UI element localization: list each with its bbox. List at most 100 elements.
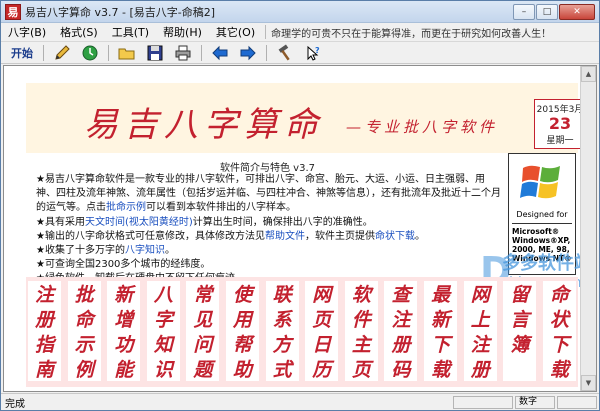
- open-folder-icon[interactable]: [116, 43, 138, 63]
- banner: 易吉八字算命 —专业批八字软件 2015年3月 23 星期一: [26, 83, 586, 153]
- link-column[interactable]: 查注册码: [384, 281, 418, 381]
- knowledge-link[interactable]: 八字知识: [125, 245, 165, 256]
- app-logo-icon[interactable]: 易: [5, 3, 21, 20]
- link-column-char: 增: [114, 309, 134, 331]
- link-column-char: 页: [312, 309, 332, 331]
- pencil-icon[interactable]: [51, 43, 73, 63]
- menu-bar: 八字(B) 格式(S) 工具(T) 帮助(H) 其它(O) 命理学的可贵不只在于…: [1, 23, 599, 42]
- link-column[interactable]: 网页日历: [305, 281, 339, 381]
- intro-p3-tail: 。: [414, 230, 425, 242]
- link-column-char: 题: [193, 359, 213, 381]
- vertical-scrollbar[interactable]: ▲ ▼: [580, 66, 596, 391]
- link-column-char: 系: [272, 309, 292, 331]
- link-column-char: 下: [431, 334, 451, 356]
- link-column-char: 上: [470, 309, 490, 331]
- link-column-char: 日: [312, 334, 332, 356]
- toolbar-divider: [43, 44, 44, 61]
- link-column[interactable]: 联系方式: [265, 281, 299, 381]
- link-column[interactable]: 软件主页: [344, 281, 378, 381]
- banner-subtitle: —专业批八字软件: [346, 118, 499, 136]
- date-day: 23: [548, 114, 572, 133]
- clock-icon[interactable]: [79, 43, 101, 63]
- link-column-char: 见: [193, 309, 213, 331]
- status-numlock: 数字: [515, 395, 555, 409]
- scroll-up-button[interactable]: ▲: [581, 66, 596, 82]
- intro-p3-mid: ，软件主页提供: [304, 230, 375, 242]
- designed-for-label: Designed for: [516, 210, 568, 219]
- link-column-char: 网: [312, 284, 332, 306]
- link-column-char: 状: [549, 309, 569, 331]
- help-file-link[interactable]: 帮助文件: [265, 231, 305, 242]
- link-column-char: 网: [470, 284, 490, 306]
- link-column-char: 功: [114, 334, 134, 356]
- link-column-char: 批: [74, 284, 94, 306]
- maximize-button[interactable]: □: [536, 3, 558, 20]
- link-column-char: 南: [34, 359, 54, 381]
- link-column[interactable]: 八字知识: [146, 281, 180, 381]
- sample-link[interactable]: 批命示例: [106, 202, 146, 213]
- start-button[interactable]: 开始: [5, 45, 39, 61]
- link-column[interactable]: 常见问题: [186, 281, 220, 381]
- save-icon[interactable]: [144, 43, 166, 63]
- menu-help[interactable]: 帮助(H): [156, 23, 209, 42]
- link-column[interactable]: 网上注册: [463, 281, 497, 381]
- forward-arrow-icon[interactable]: [237, 43, 259, 63]
- menu-tools[interactable]: 工具(T): [105, 23, 156, 42]
- os-line: Windows NT®: [512, 254, 572, 263]
- link-column-char: 命: [549, 284, 569, 306]
- intro-p2-tail: 计算出生时间，确保排出八字的准确性。: [192, 216, 373, 228]
- link-column-char: 册: [470, 359, 490, 381]
- link-column-char: 联: [272, 284, 292, 306]
- link-column[interactable]: 最新下载: [424, 281, 458, 381]
- link-column[interactable]: 批命示例: [67, 281, 101, 381]
- link-column-char: 方: [272, 334, 292, 356]
- close-button[interactable]: ✕: [559, 3, 595, 20]
- link-column-char: 载: [549, 359, 569, 381]
- windows-versions: Microsoft® Windows®XP, 2000, ME, 98, Win…: [512, 227, 572, 263]
- minimize-button[interactable]: –: [513, 3, 535, 20]
- title-bar[interactable]: 易 易吉八字算命 v3.7 - [易吉八字-命稿2] – □ ✕: [1, 1, 599, 23]
- menu-format[interactable]: 格式(S): [53, 23, 105, 42]
- date-widget: 2015年3月 23 星期一: [534, 99, 586, 149]
- link-column-char: 八: [153, 284, 173, 306]
- link-column-char: 能: [114, 359, 134, 381]
- link-column-char: 常: [193, 284, 213, 306]
- toolbar-divider: [108, 44, 109, 61]
- hammer-icon[interactable]: [274, 43, 296, 63]
- link-columns: 注册指南批命示例新增功能八字知识常见问题使用帮助联系方式网页日历软件主页查注册码…: [26, 277, 578, 387]
- intro-text: ★易吉八字算命软件是一款专业的排八字软件，可排出八字、命宫、胎元、大运、小运、日…: [36, 173, 504, 287]
- link-column-char: 指: [34, 334, 54, 356]
- link-column-char: 新: [431, 309, 451, 331]
- menu-other[interactable]: 其它(O): [209, 23, 262, 42]
- document-page: 易吉八字算命 —专业批八字软件 2015年3月 23 星期一 软件简介与特色 v…: [10, 71, 592, 391]
- menu-bazi[interactable]: 八字(B): [1, 23, 53, 42]
- link-column-char: 字: [153, 309, 173, 331]
- link-column[interactable]: 注册指南: [28, 281, 61, 381]
- link-column-char: 问: [193, 334, 213, 356]
- link-column-char: 页: [351, 359, 371, 381]
- status-bar: 完成 数字: [1, 393, 599, 410]
- link-column-char: 帮: [233, 334, 253, 356]
- print-icon[interactable]: [172, 43, 194, 63]
- link-column-char: 主: [351, 334, 371, 356]
- link-column-char: 例: [74, 359, 94, 381]
- astro-time-link[interactable]: 天文时间(视太阳黄经时): [85, 217, 193, 228]
- link-column-char: 识: [153, 359, 173, 381]
- intro-heading: 软件简介与特色 v3.7: [220, 163, 315, 174]
- scroll-down-button[interactable]: ▼: [581, 375, 596, 391]
- os-line: 2000, ME, 98,: [512, 245, 570, 254]
- link-column-char: 最: [431, 284, 451, 306]
- link-column-char: 注: [391, 309, 411, 331]
- link-column[interactable]: 新增功能: [107, 281, 141, 381]
- back-arrow-icon[interactable]: [209, 43, 231, 63]
- link-column[interactable]: 命状下载: [542, 281, 576, 381]
- template-download-link[interactable]: 命状下载: [375, 231, 415, 242]
- link-column[interactable]: 使用帮助: [226, 281, 260, 381]
- link-column-char: 知: [153, 334, 173, 356]
- menu-hint-text: 命理学的可贵不只在于能算得准，而更在于研究如何改善人生！: [271, 28, 552, 40]
- toolbar-divider: [201, 44, 202, 61]
- help-icon[interactable]: ?: [302, 43, 324, 63]
- link-column[interactable]: 留言簿: [503, 281, 537, 381]
- link-column-char: 簿: [510, 334, 530, 356]
- document-view[interactable]: 易吉八字算命 —专业批八字软件 2015年3月 23 星期一 软件简介与特色 v…: [3, 65, 597, 392]
